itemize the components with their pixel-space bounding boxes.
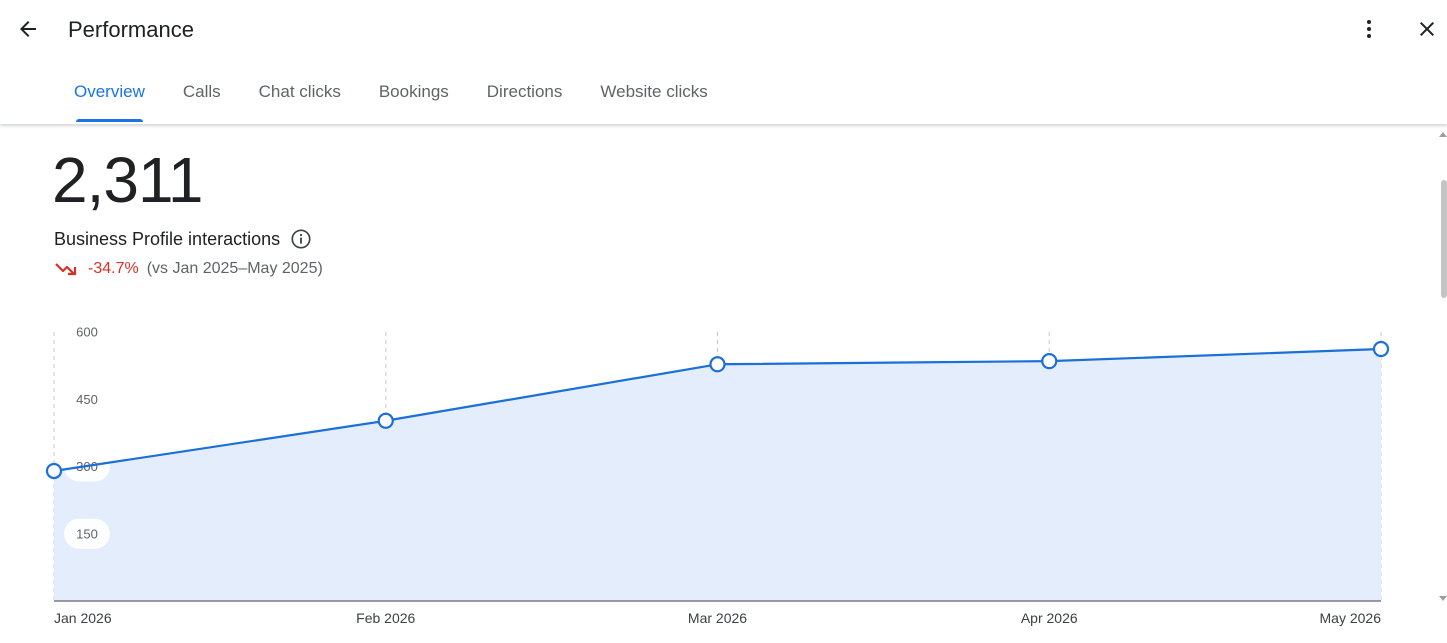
header: Performance Overview Calls Chat clicks B…	[0, 0, 1447, 124]
back-button[interactable]	[8, 9, 48, 49]
data-point	[1041, 353, 1058, 370]
trending-down-icon	[54, 260, 78, 278]
more-options-button[interactable]	[1349, 9, 1389, 49]
arrow-back-icon	[20, 21, 36, 37]
metric-label: Business Profile interactions	[54, 228, 312, 250]
change-row: -34.7% (vs Jan 2025–May 2025)	[54, 260, 323, 278]
interactions-chart: 600450300150Jan 2026 Feb 2026 Mar 2026 Apr …	[45, 325, 1390, 626]
data-point	[45, 462, 63, 480]
tab-directions[interactable]: Directions	[468, 70, 582, 124]
scroll-down-arrow-icon[interactable]	[1439, 596, 1447, 601]
data-point	[377, 412, 394, 429]
scroll-up-arrow-icon[interactable]	[1439, 132, 1447, 137]
x-tick-label: Feb 2026	[356, 610, 415, 626]
series-area	[54, 349, 1381, 601]
data-point	[709, 356, 726, 373]
scrollbar-thumb[interactable]	[1441, 180, 1447, 298]
tab-website-clicks[interactable]: Website clicks	[581, 70, 726, 124]
total-interactions-value: 2,311	[52, 144, 203, 216]
tab-chat-clicks[interactable]: Chat clicks	[240, 70, 360, 124]
metric-label-text: Business Profile interactions	[54, 228, 281, 249]
tab-bar: Overview Calls Chat clicks Bookings Dire…	[55, 70, 727, 124]
x-tick-label: May 2026	[1320, 610, 1382, 626]
tab-overview[interactable]: Overview	[55, 70, 164, 124]
y-tick-label: 600	[76, 325, 98, 340]
change-percent: -34.7%	[88, 260, 139, 277]
info-icon[interactable]	[290, 228, 312, 250]
content-area: 600 450 300 150 Jan 2026 Feb 2026 Mar 2026 Apr …	[0, 124, 1447, 643]
comparison-period: (vs Jan 2025–May 2025)	[146, 260, 323, 277]
page-title: Performance	[68, 17, 194, 42]
x-tick-label: Mar 2026	[688, 610, 747, 626]
x-tick-label: Jan 2026	[54, 610, 112, 626]
x-tick-label: Apr 2026	[1021, 610, 1078, 626]
y-tick-label: 150	[76, 526, 98, 541]
tab-bookings[interactable]: Bookings	[360, 70, 468, 124]
close-button[interactable]	[1407, 9, 1447, 49]
vertical-scrollbar[interactable]	[1439, 124, 1447, 643]
y-tick-label: 450	[76, 392, 98, 407]
more-vert-icon	[1367, 20, 1371, 38]
performance-panel: Performance Overview Calls Chat clicks B…	[0, 0, 1447, 643]
tab-calls[interactable]: Calls	[164, 70, 240, 124]
data-point	[1372, 340, 1390, 358]
close-icon	[1420, 22, 1434, 36]
